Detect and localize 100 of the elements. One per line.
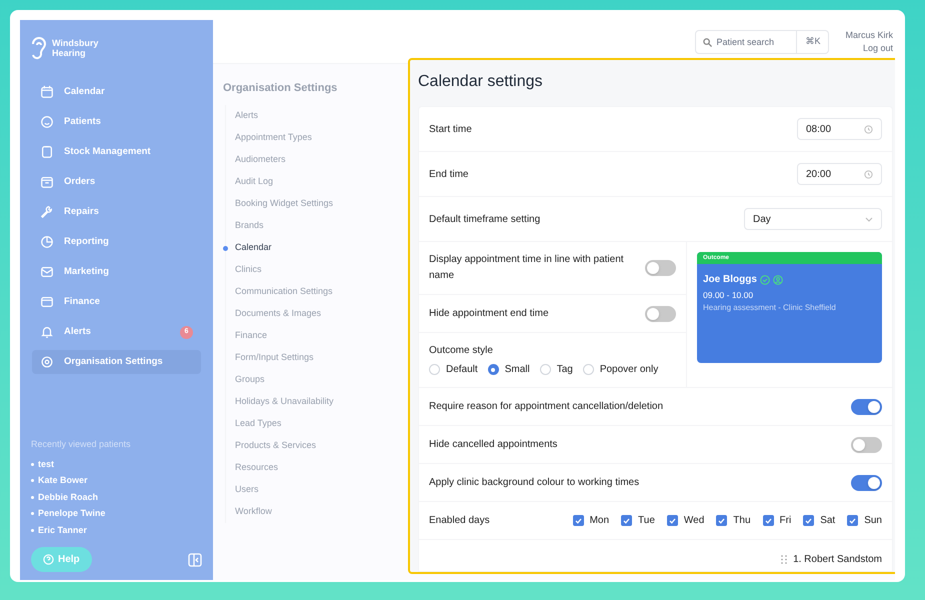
day-checkbox-option[interactable]: Sat bbox=[803, 513, 836, 528]
day-checkbox-option[interactable]: Fri bbox=[762, 513, 792, 528]
timeframe-dropdown[interactable]: Day bbox=[744, 208, 882, 230]
toggle-switch[interactable] bbox=[851, 436, 882, 452]
help-button[interactable]: Help bbox=[31, 547, 92, 572]
nav-item[interactable]: Repairs bbox=[32, 200, 201, 224]
user-circle-icon bbox=[772, 274, 783, 284]
checkbox[interactable] bbox=[762, 515, 774, 526]
setting-label: Hide cancelled appointments bbox=[429, 438, 558, 452]
checkbox[interactable] bbox=[572, 515, 584, 526]
settings-heading: Organisation Settings bbox=[223, 81, 338, 96]
toggle-switch[interactable] bbox=[851, 398, 882, 414]
settings-nav-item[interactable]: Form/Input Settings bbox=[226, 346, 408, 368]
settings-nav-item[interactable]: Communication Settings bbox=[226, 280, 408, 302]
settings-nav-item[interactable]: Resources bbox=[226, 456, 408, 478]
toggle-switch[interactable] bbox=[645, 260, 676, 276]
check-icon bbox=[623, 518, 630, 524]
nav-item[interactable]: Reporting bbox=[32, 230, 201, 254]
nav-item[interactable]: Patients bbox=[32, 110, 201, 134]
radio-option[interactable]: Popover only bbox=[582, 362, 658, 377]
recent-patient-link[interactable]: Eric Tanner bbox=[38, 524, 87, 537]
search-icon bbox=[703, 38, 712, 46]
settings-nav-item[interactable]: Alerts bbox=[226, 104, 408, 126]
settings-nav-item[interactable]: Audit Log bbox=[226, 170, 408, 192]
checkbox[interactable] bbox=[621, 515, 632, 526]
settings-nav-item[interactable]: Appointment Types bbox=[226, 126, 408, 148]
nav-item[interactable]: Finance bbox=[32, 290, 201, 314]
recent-patient-link[interactable]: test bbox=[38, 458, 54, 471]
settings-nav-item[interactable]: Holidays & Unavailability bbox=[226, 390, 408, 412]
settings-nav-item[interactable]: Finance bbox=[226, 324, 408, 346]
day-checkbox-option[interactable]: Wed bbox=[666, 513, 704, 528]
nav-item[interactable]: Calendar bbox=[32, 80, 201, 104]
checkbox[interactable] bbox=[803, 515, 814, 526]
logout-link[interactable]: Log out bbox=[862, 42, 893, 54]
bullet-icon bbox=[31, 479, 34, 482]
radio-option[interactable]: Tag bbox=[540, 362, 573, 377]
time-field[interactable]: 08:00 bbox=[797, 118, 882, 140]
patient-name: Joe Bloggs bbox=[703, 273, 757, 287]
checkbox[interactable] bbox=[716, 515, 728, 526]
envelope-icon bbox=[40, 265, 54, 279]
help-icon bbox=[43, 554, 54, 565]
check-icon bbox=[574, 518, 582, 524]
settings-nav-item[interactable]: Lead Types bbox=[226, 412, 408, 434]
settings-nav-item[interactable]: Booking Widget Settings bbox=[226, 192, 408, 214]
checkbox[interactable] bbox=[666, 515, 678, 526]
patient-search-field[interactable]: Patient search bbox=[695, 30, 798, 54]
check-icon bbox=[764, 518, 772, 524]
ear-icon bbox=[30, 35, 48, 61]
pie-chart-icon bbox=[40, 235, 54, 249]
nav-item[interactable]: Marketing bbox=[32, 260, 201, 284]
radio-option[interactable]: Small bbox=[488, 362, 530, 377]
day-checkbox-option[interactable]: Thu bbox=[716, 513, 751, 528]
check-icon bbox=[849, 518, 856, 524]
time-field[interactable]: 20:00 bbox=[797, 163, 882, 185]
recent-patient-link[interactable]: Penelope Twine bbox=[38, 507, 106, 520]
clock-icon bbox=[864, 124, 873, 134]
day-checkbox-option[interactable]: Mon bbox=[572, 513, 610, 528]
list-item: 1. Robert Sandstom bbox=[793, 553, 882, 567]
toggle-switch[interactable] bbox=[645, 306, 676, 322]
recent-patient-link[interactable]: Debbie Roach bbox=[38, 490, 98, 504]
section-heading: Recently viewed patients bbox=[31, 438, 132, 451]
settings-nav-item[interactable]: Groups bbox=[226, 368, 408, 390]
nav-item[interactable]: Organisation Settings bbox=[32, 350, 201, 374]
tray-icon bbox=[40, 175, 54, 189]
settings-nav-item[interactable]: Calendar bbox=[226, 236, 408, 258]
toggle-switch[interactable] bbox=[851, 474, 882, 490]
radio-option[interactable]: Default bbox=[429, 362, 478, 377]
setting-label: Start time bbox=[429, 122, 472, 136]
settings-nav-item[interactable]: Workflow bbox=[226, 500, 408, 522]
settings-icon bbox=[40, 355, 54, 369]
setting-label: Outcome style bbox=[429, 344, 494, 358]
bullet-icon bbox=[31, 496, 34, 499]
settings-nav-item[interactable]: Products & Services bbox=[226, 434, 408, 456]
nav-item[interactable]: Orders bbox=[32, 170, 201, 194]
day-checkbox-option[interactable]: Tue bbox=[621, 513, 655, 528]
brand-name: Hearing bbox=[52, 48, 87, 58]
radio-button[interactable] bbox=[540, 364, 551, 375]
settings-nav-item[interactable]: Brands bbox=[226, 214, 408, 236]
day-checkbox-option[interactable]: Sun bbox=[847, 513, 882, 528]
setting-label: Enabled days bbox=[429, 514, 490, 528]
radio-button[interactable] bbox=[429, 364, 440, 375]
panel-title: Calendar settings bbox=[418, 72, 544, 92]
chevron-down-icon bbox=[865, 216, 873, 222]
collapse-sidebar-icon[interactable] bbox=[188, 552, 202, 566]
radio-button[interactable] bbox=[488, 364, 499, 375]
settings-nav-item[interactable]: Documents & Images bbox=[226, 302, 408, 324]
bullet-icon bbox=[31, 528, 34, 532]
settings-nav-item[interactable]: Users bbox=[226, 478, 408, 500]
settings-nav-item[interactable]: Audiometers bbox=[226, 148, 408, 170]
radio-button[interactable] bbox=[582, 364, 594, 375]
check-icon bbox=[668, 518, 676, 524]
check-circle-icon bbox=[760, 274, 770, 284]
appointment-detail: Hearing assessment - Clinic Sheffield bbox=[703, 302, 837, 313]
nav-item[interactable]: Stock Management bbox=[32, 140, 201, 164]
clock-icon bbox=[864, 170, 873, 178]
recent-patient-link[interactable]: Kate Bower bbox=[38, 474, 88, 488]
drag-handle-icon[interactable] bbox=[781, 555, 788, 564]
settings-nav-item[interactable]: Clinics bbox=[226, 258, 408, 280]
checkbox[interactable] bbox=[847, 515, 858, 526]
brand-name: Windsbury bbox=[52, 38, 98, 48]
